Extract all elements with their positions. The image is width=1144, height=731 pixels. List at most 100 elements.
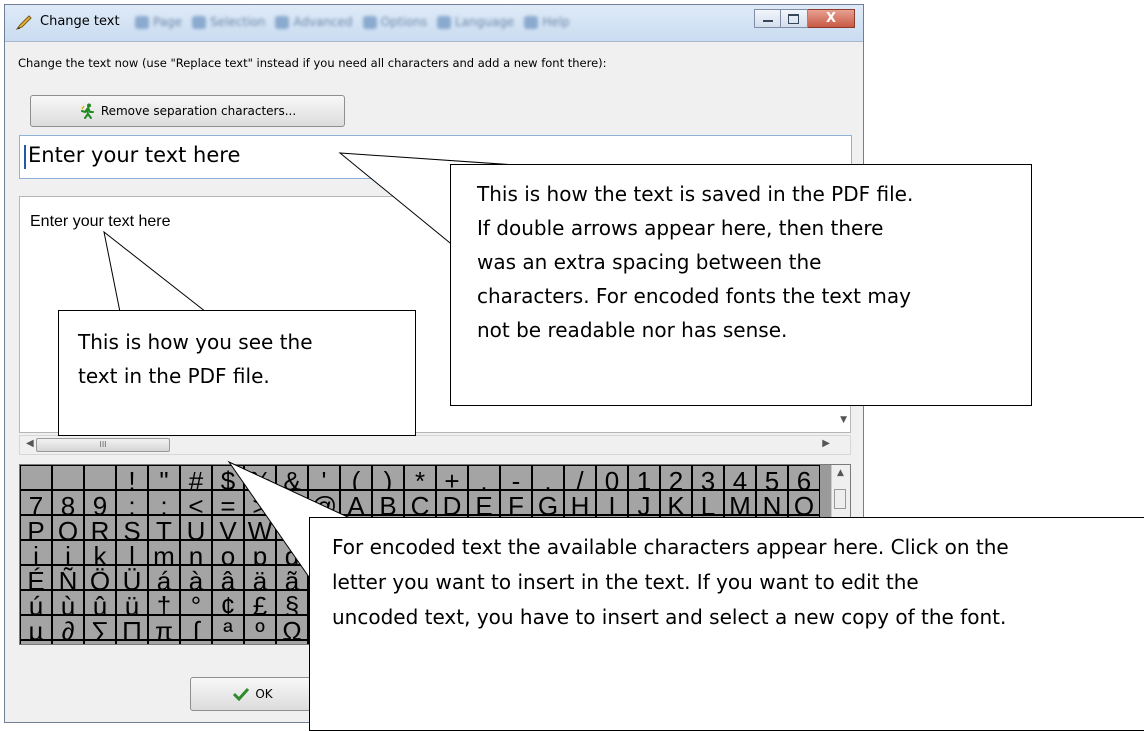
character-cell[interactable]: K [660,490,692,515]
menu-language[interactable]: Language [436,15,514,31]
character-cell[interactable]: ? [276,490,308,515]
character-cell[interactable]: ú [20,590,52,615]
character-cell[interactable]: ü [116,590,148,615]
character-cell[interactable]: ” [180,640,212,644]
character-cell[interactable]: ° [180,590,212,615]
character-cell[interactable]: Ω [276,615,308,640]
character-cell[interactable]: “ [148,640,180,644]
character-cell[interactable]: - [500,465,532,490]
character-cell[interactable]: ∫ [180,615,212,640]
character-cell[interactable]: O [788,490,820,515]
character-cell[interactable]: j [52,540,84,565]
scroll-up-arrow[interactable]: ▲ [837,468,844,478]
preview-scroll-down-arrow[interactable]: ▼ [840,415,847,425]
character-cell[interactable]: 0 [596,465,628,490]
character-cell[interactable]: S [116,515,148,540]
maximize-button[interactable] [781,9,808,28]
character-cell[interactable]: F [500,490,532,515]
character-cell[interactable]: = [212,490,244,515]
minimize-button[interactable] [754,9,781,28]
character-cell[interactable]: Œ [20,640,52,644]
character-cell[interactable]: ! [116,465,148,490]
character-cell[interactable]: / [564,465,596,490]
character-cell[interactable]: & [276,465,308,490]
character-cell[interactable]: " [148,465,180,490]
character-cell[interactable]: ã [276,565,308,590]
character-cell[interactable]: n [180,540,212,565]
menu-selection[interactable]: Selection [192,15,265,31]
character-cell[interactable]: † [148,590,180,615]
character-cell[interactable]: É [20,565,52,590]
character-cell[interactable]: E [468,490,500,515]
character-cell[interactable]: k [84,540,116,565]
character-cell[interactable]: 1 [628,465,660,490]
character-cell[interactable]: ( [340,465,372,490]
character-cell[interactable]: ∂ [52,615,84,640]
character-cell[interactable]: @ [308,490,340,515]
character-cell[interactable]: 3 [692,465,724,490]
preview-horizontal-scrollbar[interactable]: ◀ III ▶ [19,435,851,455]
character-cell[interactable]: o [212,540,244,565]
character-cell[interactable]: µ [20,615,52,640]
character-cell[interactable]: ‘ [212,640,244,644]
character-cell[interactable]: ; [148,490,180,515]
scroll-left-arrow[interactable]: ◀ [26,438,34,449]
character-cell[interactable]: A [340,490,372,515]
character-cell[interactable]: * [404,465,436,490]
character-cell[interactable]: C [404,490,436,515]
character-cell[interactable]: Ö [84,565,116,590]
character-cell[interactable]: V [212,515,244,540]
character-cell[interactable]: X [276,515,308,540]
character-cell[interactable]: œ [52,640,84,644]
title-bar[interactable]: Change text Page Selection Advanced Opti… [5,5,863,42]
character-cell[interactable]: J [628,490,660,515]
character-cell[interactable]: 4 [724,465,756,490]
character-cell[interactable]: ' [308,465,340,490]
character-cell[interactable]: H [564,490,596,515]
character-cell[interactable] [52,465,84,490]
character-cell[interactable]: ä [244,565,276,590]
close-button[interactable]: X [808,9,855,28]
character-cell[interactable]: ∏ [116,615,148,640]
character-cell[interactable]: º [244,615,276,640]
character-cell[interactable]: P [20,515,52,540]
character-cell[interactable]: R [84,515,116,540]
scroll-right-arrow[interactable]: ▶ [822,438,830,449]
character-cell[interactable]: ∑ [84,615,116,640]
palette-scroll-thumb[interactable] [834,489,846,509]
character-cell[interactable]: . [532,465,564,490]
character-cell[interactable]: à [180,565,212,590]
character-cell[interactable]: l [116,540,148,565]
remove-separation-button[interactable]: Remove separation characters... [30,95,345,127]
character-cell[interactable]: , [468,465,500,490]
character-cell[interactable]: π [148,615,180,640]
character-cell[interactable]: û [84,590,116,615]
character-cell[interactable]: — [116,640,148,644]
character-cell[interactable]: m [148,540,180,565]
character-cell[interactable]: T [148,515,180,540]
character-cell[interactable]: ª [212,615,244,640]
menu-page[interactable]: Page [135,15,182,31]
character-cell[interactable]: B [372,490,404,515]
character-cell[interactable] [84,465,116,490]
character-cell[interactable]: 6 [788,465,820,490]
character-cell[interactable]: $ [212,465,244,490]
character-cell[interactable]: 9 [84,490,116,515]
character-cell[interactable] [20,465,52,490]
character-cell[interactable]: 5 [756,465,788,490]
character-cell[interactable]: < [180,490,212,515]
character-cell[interactable]: á [148,565,180,590]
character-cell[interactable]: > [244,490,276,515]
character-cell[interactable]: â [212,565,244,590]
ok-button[interactable]: OK [190,677,316,711]
character-cell[interactable]: L [692,490,724,515]
character-cell[interactable]: Ü [116,565,148,590]
menu-help[interactable]: Help [524,15,570,31]
character-cell[interactable]: D [436,490,468,515]
menu-options[interactable]: Options [362,15,427,31]
character-cell[interactable]: W [244,515,276,540]
character-cell[interactable]: 8 [52,490,84,515]
character-cell[interactable]: U [180,515,212,540]
character-cell[interactable]: + [436,465,468,490]
character-cell[interactable]: i [20,540,52,565]
